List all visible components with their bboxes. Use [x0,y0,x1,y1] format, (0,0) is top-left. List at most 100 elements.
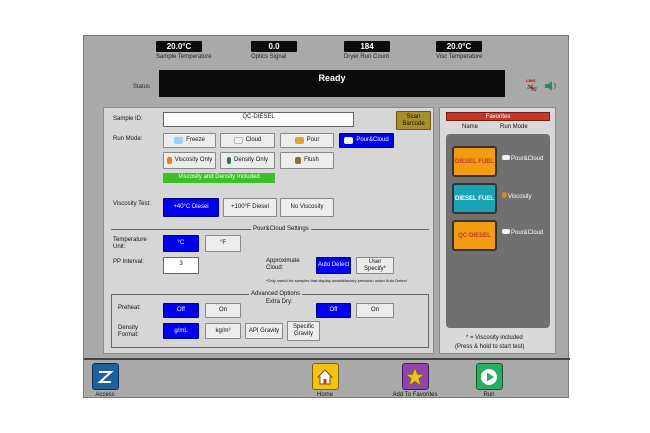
instrument-screen: 20.0°C Sample Temperature 0.0 Optics Sig… [83,35,570,398]
favorites-note: * = Viscosity included [466,335,523,341]
advanced-options-title: Advanced Options [249,291,303,297]
temp-unit-fahrenheit[interactable]: °F [205,235,241,252]
density-format-specific-gravity[interactable]: Specific Gravity [287,321,320,341]
star-icon [401,363,429,390]
run-mode-freeze-label: Freeze [186,137,205,143]
favorite-item-3-mode-label: Pour&Cloud [511,230,544,236]
pourcloud-settings-title: Pour&Cloud Settings [251,226,311,232]
favorites-hint: (Press & hold to start test) [455,344,525,350]
viscosity-icon [166,157,172,164]
run-mode-cloud-label: Cloud [245,137,262,143]
top-icons: LIMS [525,78,561,94]
run-mode-label: Run Mode: [113,136,143,142]
optics-signal-value: 0.0 [251,41,297,52]
viscosity-icon [502,192,507,198]
density-format-kgm3[interactable]: kg/m³ [205,323,241,339]
favorite-item-1[interactable]: DIESEL FUEL [452,146,497,177]
access-icon [91,363,119,390]
approx-cloud-note: *Only useful for samples that display un… [266,278,407,283]
pourcloud-settings-divider: Pour&Cloud Settings [111,226,429,232]
density-icon [226,157,231,164]
viscosity-test-100f[interactable]: +100°F Diesel [223,198,277,217]
favorites-col-name: Name [462,124,479,130]
optics-signal-readout: 0.0 Optics Signal [251,41,297,60]
dryer-run-count-readout: 184 Dryer Run Count [344,41,390,60]
favorites-col-run-mode: Run Mode [500,124,528,130]
status-label: Status [133,84,151,90]
cloud-icon [233,137,243,144]
home-icon [311,363,339,390]
visc-temperature-value: 20.0°C [436,41,482,52]
extra-dry-on[interactable]: On [356,303,394,318]
pp-interval-input[interactable]: 3 [163,257,199,274]
favorite-item-2-mode-label: Viscosity [508,194,532,200]
freeze-icon [174,137,184,144]
approximate-cloud-label: Approximate Cloud: [266,258,300,271]
preheat-on[interactable]: On [205,303,241,318]
temperature-unit-label: Temperature Unit: [113,237,147,250]
sample-id-input[interactable]: QC-DIESEL [163,112,354,127]
density-format-gml[interactable]: g/mL [163,323,199,339]
pour-icon [294,137,304,144]
flush-icon [295,157,302,164]
access-label: Access [95,392,115,398]
extra-dry-off[interactable]: Off [316,303,351,318]
favorite-item-3-mode: Pour&Cloud [502,229,543,236]
scan-barcode-button[interactable]: Scan Barcode [396,111,431,130]
density-format-api-gravity[interactable]: API Gravity [245,323,283,339]
favorite-item-2-mode: Viscosity [502,192,532,200]
status-display: Ready [159,70,505,97]
run-mode-freeze[interactable]: Freeze [163,133,216,148]
approx-cloud-auto-detect[interactable]: Auto Detect [316,257,351,274]
run-mode-flush[interactable]: Flush [280,152,334,169]
viscosity-test-none[interactable]: No Viscosity [280,198,334,217]
pourcloud-icon [344,137,354,144]
bottom-divider [84,358,570,360]
favorites-title: Favorites [446,112,550,121]
preheat-off[interactable]: Off [163,303,199,318]
run-mode-density-only-label: Density Only [233,157,268,163]
run-mode-cloud[interactable]: Cloud [220,133,275,148]
sample-id-label: Sample ID: [113,116,143,122]
dryer-run-count-value: 184 [344,41,390,52]
run-button[interactable]: Run [472,363,506,398]
home-button[interactable]: Home [308,363,342,398]
add-to-favorites-label: Add To Favorites [392,392,438,398]
home-label: Home [316,392,333,398]
favorite-item-3[interactable]: QC-DIESEL [452,220,497,251]
run-label: Run [483,392,495,398]
visc-temperature-label: Visc Temperature [436,54,483,60]
run-mode-viscosity-only[interactable]: Viscosity Only [163,152,216,169]
sample-temperature-value: 20.0°C [156,41,202,52]
favorites-list: DIESEL FUEL Pour&Cloud DIESEL FUEL Visco… [446,134,550,328]
extra-dry-label: Extra Dry: [266,299,293,305]
run-mode-pourcloud[interactable]: Pour&Cloud [339,133,394,148]
favorite-item-1-mode: Pour&Cloud [502,155,543,162]
sample-temperature-label: Sample Temperature [156,54,212,60]
dryer-run-count-label: Dryer Run Count [344,54,390,60]
viscosity-test-40c[interactable]: +40°C Diesel [163,198,219,217]
run-mode-flush-label: Flush [304,157,319,163]
favorite-item-1-mode-label: Pour&Cloud [511,156,544,162]
favorite-item-2[interactable]: DIESEL FUEL [452,183,497,214]
temp-unit-celsius[interactable]: °C [163,235,199,252]
lims-icon[interactable]: LIMS [525,78,539,92]
add-to-favorites-button[interactable]: Add To Favorites [387,363,443,398]
approx-cloud-user-specify[interactable]: User Specify* [356,257,394,274]
viscosity-test-label: Viscosity Test: [113,201,151,207]
play-icon [475,363,503,390]
included-banner: Viscosity and Density Included [163,173,275,183]
favorites-panel: Favorites Name Run Mode DIESEL FUEL Pour… [439,107,556,354]
run-mode-viscosity-only-label: Viscosity Only [174,157,213,163]
access-button[interactable]: Access [87,363,123,398]
speaker-icon[interactable] [544,79,558,91]
sample-temperature-readout: 20.0°C Sample Temperature [156,41,212,60]
pourcloud-icon [502,229,510,234]
pp-interval-label: PP Interval: [113,259,144,265]
density-format-label: Density Format: [118,325,139,338]
pourcloud-icon [502,155,510,160]
visc-temperature-readout: 20.0°C Visc Temperature [436,41,482,60]
preheat-label: Preheat: [118,305,141,311]
run-mode-density-only[interactable]: Density Only [220,152,275,169]
run-mode-pour[interactable]: Pour [280,133,334,148]
